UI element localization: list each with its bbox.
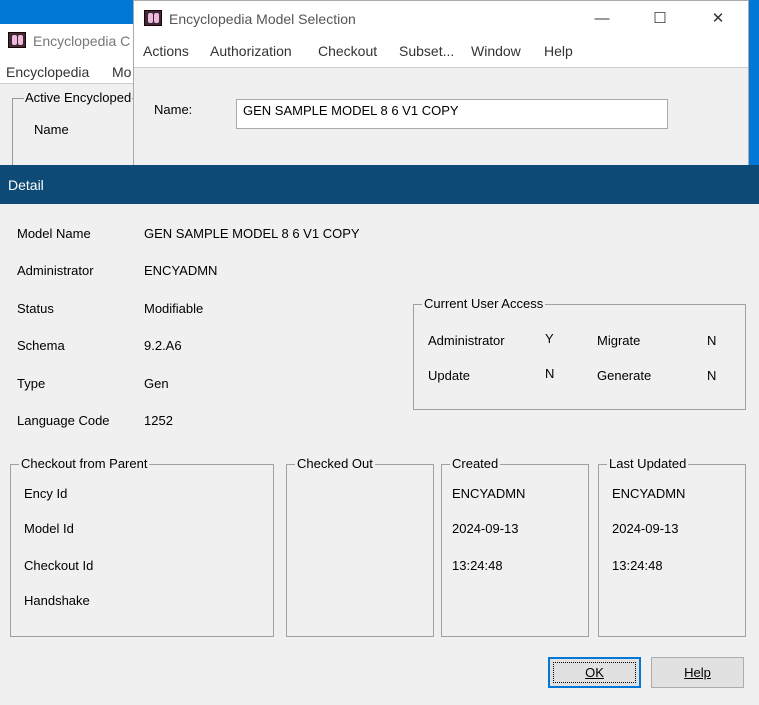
app-icon (8, 32, 26, 48)
created-user: ENCYADMN (452, 486, 526, 501)
administrator-label: Administrator (17, 263, 94, 278)
handshake-label: Handshake (24, 593, 90, 608)
menu-encyclopedia[interactable]: Encyclopedia (6, 64, 89, 80)
group-title: Checked Out (295, 456, 375, 471)
help-button[interactable]: Help (651, 657, 744, 688)
focus-rect (553, 662, 636, 683)
menu-help[interactable]: Help (544, 43, 573, 59)
menu-checkout[interactable]: Checkout (318, 43, 377, 59)
type-label: Type (17, 376, 46, 391)
window-body: Name: GEN SAMPLE MODEL 8 6 V1 COPY (134, 67, 748, 172)
menu-window[interactable]: Window (471, 43, 521, 59)
app-icon (144, 10, 162, 26)
checkout-from-parent-group: Checkout from Parent Ency Id Model Id Ch… (10, 456, 274, 637)
menu-bar: Encyclopedia Mo (0, 59, 140, 84)
created-time: 13:24:48 (452, 558, 503, 573)
schema-label: Schema (17, 338, 65, 353)
access-administrator-value: Y (545, 331, 554, 346)
status-value: Modifiable (144, 301, 204, 316)
model-name-label: Model Name (17, 226, 91, 241)
window-title: Encyclopedia Model Selection (169, 11, 356, 27)
last-updated-date: 2024-09-13 (612, 521, 679, 536)
model-selection-window[interactable]: Encyclopedia Model Selection — ☐ ✕ Actio… (133, 0, 749, 172)
group-title: Created (450, 456, 501, 471)
checkout-id-label: Checkout Id (24, 558, 94, 573)
access-migrate-value: N (707, 333, 717, 348)
dialog-title: Detail (8, 177, 44, 193)
current-user-access-group: Current User Access Administrator Y Upda… (413, 296, 746, 410)
last-updated-user: ENCYADMN (612, 486, 686, 501)
type-value: Gen (144, 376, 169, 391)
encyclopedia-window-back[interactable]: Encyclopedia C Encyclopedia Mo Active En… (0, 24, 154, 190)
detail-dialog: Detail Model Name GEN SAMPLE MODEL 8 6 V… (0, 165, 759, 705)
window-title: Encyclopedia C (33, 33, 131, 49)
menu-bar: Actions Authorization Checkout Subset...… (134, 37, 748, 65)
minimize-button[interactable]: — (580, 5, 624, 33)
access-generate-label: Generate (597, 368, 652, 383)
group-title: Last Updated (607, 456, 689, 471)
help-button-label: Help (684, 665, 711, 680)
menu-authorization[interactable]: Authorization (210, 43, 292, 59)
dialog-titlebar[interactable]: Detail (0, 165, 759, 204)
ok-button[interactable]: OK (548, 657, 641, 688)
created-date: 2024-09-13 (452, 521, 519, 536)
close-button[interactable]: ✕ (696, 5, 740, 33)
group-title: Current User Access (422, 296, 546, 311)
administrator-value: ENCYADMN (144, 263, 218, 278)
status-label: Status (17, 301, 54, 316)
menu-subset[interactable]: Subset... (399, 43, 454, 59)
model-id-label: Model Id (24, 521, 74, 536)
group-title: Checkout from Parent (19, 456, 150, 471)
name-field[interactable]: GEN SAMPLE MODEL 8 6 V1 COPY (236, 99, 668, 129)
name-column-label: Name (34, 122, 69, 137)
schema-value: 9.2.A6 (144, 338, 182, 353)
last-updated-time: 13:24:48 (612, 558, 663, 573)
ency-id-label: Ency Id (24, 486, 68, 501)
access-update-label: Update (428, 368, 470, 383)
access-generate-value: N (707, 368, 717, 383)
checked-out-group: Checked Out (286, 456, 434, 637)
name-label: Name: (154, 102, 193, 117)
access-update-value: N (545, 366, 555, 381)
language-code-value: 1252 (144, 413, 173, 428)
maximize-button[interactable]: ☐ (638, 5, 682, 33)
last-updated-group: Last Updated ENCYADMN 2024-09-13 13:24:4… (598, 456, 746, 637)
model-name-value: GEN SAMPLE MODEL 8 6 V1 COPY (144, 226, 360, 241)
language-code-label: Language Code (17, 413, 110, 428)
menu-model[interactable]: Mo (112, 64, 131, 80)
created-group: Created ENCYADMN 2024-09-13 13:24:48 (441, 456, 589, 637)
access-migrate-label: Migrate (597, 333, 641, 348)
menu-actions[interactable]: Actions (143, 43, 189, 59)
group-label: Active Encycloped (24, 90, 133, 105)
access-administrator-label: Administrator (428, 333, 505, 348)
